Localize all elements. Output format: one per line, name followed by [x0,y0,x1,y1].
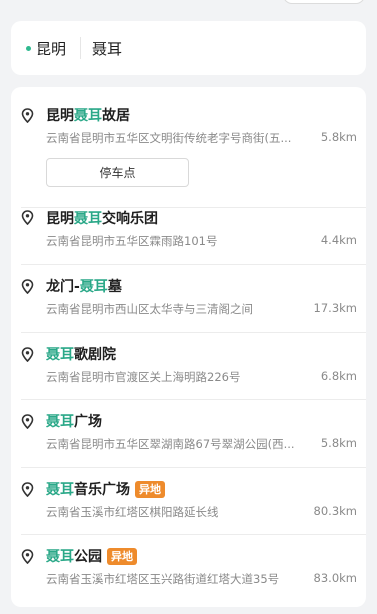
result-name-prefix: 昆明 [46,108,74,124]
location-pin-icon [21,108,34,123]
result-name: 聂耳 音乐广场 异地 [46,479,165,499]
location-pin-icon [21,210,34,225]
top-toolbar-pill[interactable] [283,0,365,4]
result-address: 云南省昆明市西山区太华寺与三清阁之间 [46,302,253,316]
search-divider [80,37,82,59]
result-name-highlight: 聂耳 [46,414,74,430]
result-name-suffix: 音乐广场 [74,482,130,498]
result-name-prefix: 龙门- [46,279,80,295]
result-distance: 83.0km [313,571,357,585]
result-name: 聂耳 广场 [46,411,102,431]
location-pin-icon [21,347,34,362]
result-distance: 4.4km [320,233,357,247]
result-name: 龙门- 聂耳墓 [46,276,122,296]
result-name-suffix: 歌剧院 [74,347,116,363]
result-address: 云南省昆明市官渡区关上海明路226号 [46,370,241,384]
location-pin-icon [21,414,34,429]
result-name: 聂耳 公园 异地 [46,546,137,566]
city-indicator-dot [26,45,31,51]
result-name: 聂耳 歌剧院 [46,344,116,364]
parking-button[interactable]: 停车点 [46,158,189,187]
result-name-highlight: 聂耳 [46,482,74,498]
result-distance: 17.3km [313,301,357,315]
location-pin-icon [21,279,34,294]
result-item[interactable]: 聂耳 歌剧院 云南省昆明市官渡区关上海明路226号 6.8km [11,333,366,400]
search-bar[interactable]: 昆明 聂耳 [11,21,366,75]
result-name-highlight: 聂耳 [46,549,74,565]
result-name-highlight: 聂耳 [74,211,102,227]
result-address: 云南省昆明市五华区翠湖南路67号翠湖公园(西... [46,437,295,451]
result-distance: 6.8km [320,369,357,383]
result-name-suffix: 公园 [74,549,102,565]
result-name-suffix: 故居 [102,108,130,124]
result-name-highlight: 聂耳 [46,347,74,363]
result-name-suffix: 墓 [107,279,122,295]
location-pin-icon [21,482,34,497]
result-distance: 5.8km [320,436,357,450]
result-name-highlight: 聂耳 [79,279,108,295]
result-name-highlight: 聂耳 [74,108,102,124]
city-selector[interactable]: 昆明 [36,38,66,59]
result-item[interactable]: 昆明 聂耳 交响乐团 云南省昆明市五华区霖雨路101号 4.4km [11,208,366,265]
result-name-prefix: 昆明 [46,211,74,227]
results-list: 昆明 聂耳 故居 云南省昆明市五华区文明街传统老字号商街(五... 5.8km 停车… [11,87,366,607]
search-keyword[interactable]: 聂耳 [92,38,122,59]
result-name-suffix: 交响乐团 [102,211,158,227]
result-distance: 80.3km [313,504,357,518]
location-pin-icon [21,549,34,564]
remote-location-badge: 异地 [135,480,165,498]
result-name: 昆明 聂耳 故居 [46,105,130,125]
result-item[interactable]: 昆明 聂耳 故居 云南省昆明市五华区文明街传统老字号商街(五... 5.8km 停车… [11,87,366,208]
result-item[interactable]: 龙门- 聂耳墓 云南省昆明市西山区太华寺与三清阁之间 17.3km [11,265,366,333]
result-item[interactable]: 聂耳 广场 云南省昆明市五华区翠湖南路67号翠湖公园(西... 5.8km [11,400,366,468]
result-address: 云南省玉溪市红塔区棋阳路延长线 [46,505,219,519]
remote-location-badge: 异地 [107,547,137,565]
result-item[interactable]: 聂耳 音乐广场 异地 云南省玉溪市红塔区棋阳路延长线 80.3km [11,468,366,535]
result-distance: 5.8km [320,130,357,144]
result-name-suffix: 广场 [74,414,102,430]
result-item[interactable]: 聂耳 公园 异地 云南省玉溪市红塔区玉兴路街道红塔大道35号 83.0km [11,535,366,607]
result-address: 云南省昆明市五华区文明街传统老字号商街(五... [46,131,292,145]
result-address: 云南省玉溪市红塔区玉兴路街道红塔大道35号 [46,572,280,586]
result-name: 昆明 聂耳 交响乐团 [46,208,158,228]
result-address: 云南省昆明市五华区霖雨路101号 [46,234,218,248]
